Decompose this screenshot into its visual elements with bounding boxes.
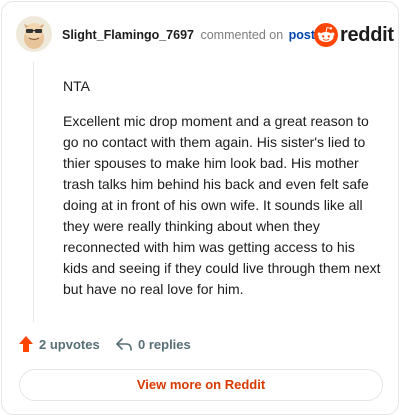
- reply-arrow-icon: [116, 338, 132, 351]
- upvote-arrow-icon: [19, 336, 33, 352]
- comment-header: Slight_Flamingo_7697 commented on post r…: [2, 2, 400, 62]
- reddit-snoo-icon: [314, 23, 338, 47]
- replies-button[interactable]: 0 replies: [115, 334, 191, 354]
- snoo-avatar-icon: [16, 16, 52, 52]
- post-link[interactable]: post: [289, 28, 315, 42]
- embedded-comment-card: Slight_Flamingo_7697 commented on post r…: [1, 1, 399, 415]
- comment-body: NTA Excellent mic drop moment and a grea…: [63, 76, 383, 314]
- comment-footer: 2 upvotes 0 replies: [2, 332, 400, 356]
- upvote-button[interactable]: 2 upvotes: [18, 334, 100, 354]
- reply-count: 0 replies: [138, 336, 191, 352]
- view-more-button[interactable]: View more on Reddit: [19, 369, 383, 401]
- reddit-wordmark: reddit: [340, 24, 394, 46]
- comment-paragraph: Excellent mic drop moment and a great re…: [63, 113, 381, 297]
- upvote-count: 2 upvotes: [39, 336, 100, 352]
- action-text: commented on: [200, 28, 284, 42]
- reddit-logo[interactable]: reddit: [314, 22, 394, 50]
- user-avatar[interactable]: [16, 16, 52, 52]
- username-link[interactable]: Slight_Flamingo_7697: [62, 28, 194, 42]
- comment-byline: Slight_Flamingo_7697 commented on post: [62, 26, 315, 44]
- thread-line: [33, 62, 34, 322]
- comment-paragraph: NTA: [63, 78, 90, 94]
